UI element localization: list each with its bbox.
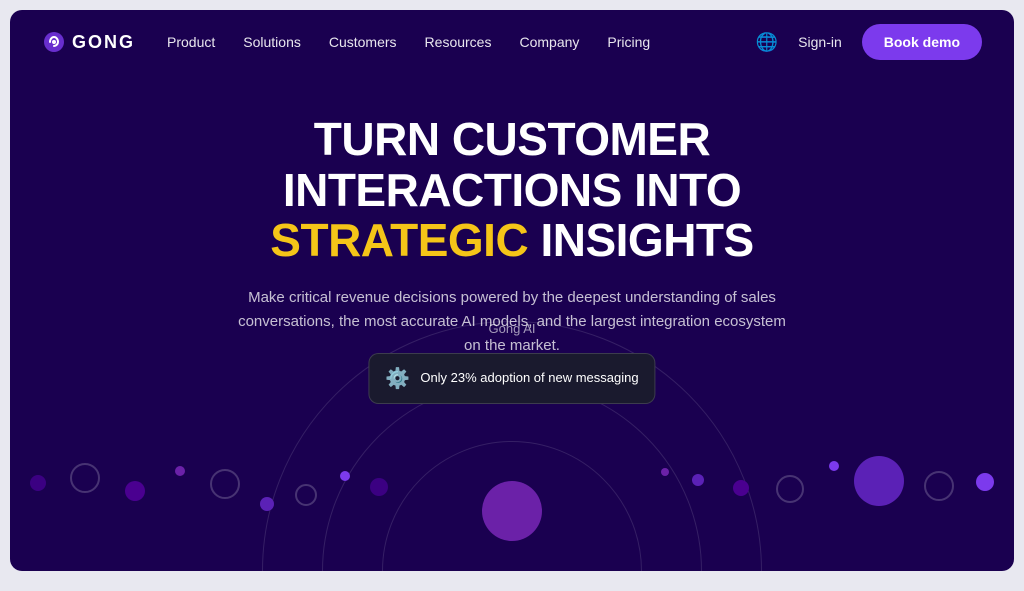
nav-link-product[interactable]: Product [167,34,215,50]
logo[interactable]: GONG [42,30,135,54]
dot-r4 [829,461,839,471]
sign-in-link[interactable]: Sign-in [798,34,842,50]
dot-center [482,481,542,541]
nav-link-company[interactable]: Company [519,34,579,50]
hero-title-line1: TURN CUSTOMER INTERACTIONS INTO [283,113,741,216]
dot-l3 [125,481,145,501]
tooltip-text: Only 23% adoption of new messaging [420,370,638,387]
hero-section: TURN CUSTOMER INTERACTIONS INTO STRATEGI… [10,74,1014,358]
nav-left: GONG Product Solutions Customers Resourc… [42,30,650,54]
dot-r3 [854,456,904,506]
dot-l1 [30,475,46,491]
nav-link-solutions[interactable]: Solutions [243,34,301,50]
hero-subtitle: Make critical revenue decisions powered … [232,286,792,358]
dot-l7 [295,484,317,506]
tooltip-card: ⚙️ Only 23% adoption of new messaging [368,353,655,404]
hero-title-highlight: STRATEGIC [270,214,528,266]
dot-l8 [340,471,350,481]
dot-r1 [976,473,994,491]
nav-link-resources[interactable]: Resources [425,34,492,50]
gong-logo-icon [42,30,66,54]
nav-link-pricing[interactable]: Pricing [607,34,650,50]
dot-r5 [776,475,804,503]
nav-right: 🌐 Sign-in Book demo [756,24,982,60]
globe-icon[interactable]: 🌐 [756,32,778,53]
logo-text: GONG [72,32,135,53]
dot-l6 [260,497,274,511]
dot-r8 [661,468,669,476]
dot-l2 [70,463,100,493]
dot-r7 [692,474,704,486]
tooltip-icon: ⚙️ [385,366,410,391]
dot-l9 [370,478,388,496]
page-wrapper: GONG Product Solutions Customers Resourc… [10,10,1014,571]
book-demo-button[interactable]: Book demo [862,24,982,60]
dot-l4 [175,466,185,476]
dot-r2 [924,471,954,501]
navbar: GONG Product Solutions Customers Resourc… [10,10,1014,74]
hero-title: TURN CUSTOMER INTERACTIONS INTO STRATEGI… [152,114,872,266]
dot-l5 [210,469,240,499]
hero-title-line2: INSIGHTS [540,214,753,266]
nav-link-customers[interactable]: Customers [329,34,397,50]
dot-r6 [733,480,749,496]
nav-links: Product Solutions Customers Resources Co… [167,34,650,50]
